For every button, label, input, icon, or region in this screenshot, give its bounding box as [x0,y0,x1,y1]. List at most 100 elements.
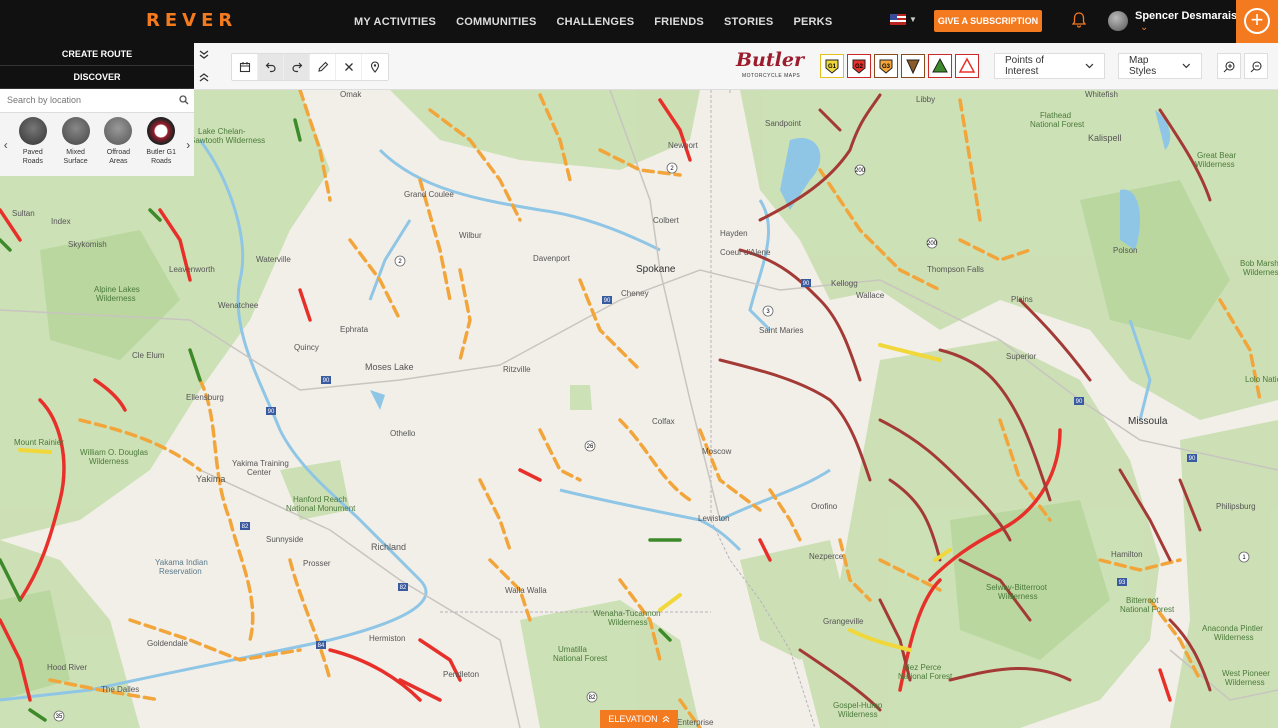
redo-button[interactable] [284,54,310,80]
g3-road-filter[interactable]: G3 [874,54,898,78]
waypoint-button[interactable] [362,54,388,80]
chevron-double-down-icon[interactable] [198,49,210,61]
map-canvas[interactable]: Omak Grand Coulee Wilbur Davenport Spoka… [0,90,1278,728]
svg-text:Plains: Plains [1011,295,1033,304]
route-tools [231,53,389,81]
calendar-button[interactable] [232,54,258,80]
svg-text:Whitefish: Whitefish [1085,90,1118,99]
chevron-double-up-icon [662,715,669,723]
map-styles-dropdown[interactable]: Map Styles [1118,53,1202,79]
redo-icon [291,62,302,73]
pencil-icon [317,61,328,72]
give-subscription-button[interactable]: GIVE A SUBSCRIPTION [934,10,1042,32]
svg-text:Walla Walla: Walla Walla [505,586,547,595]
svg-text:Center: Center [247,468,271,477]
avatar[interactable] [1108,11,1128,31]
search-icon[interactable] [179,95,189,105]
svg-text:26: 26 [587,444,594,450]
g1-road-filter[interactable]: G1 [820,54,844,78]
category-offroad-areas[interactable]: Offroad Areas [97,117,140,166]
category-butler-g1-roads[interactable]: Butler G1 Roads [140,117,183,166]
svg-text:Colbert: Colbert [653,216,680,225]
nav-challenges[interactable]: CHALLENGES [556,16,634,28]
svg-text:Richland: Richland [371,542,406,552]
nav-perks[interactable]: PERKS [793,16,832,28]
map-toolbar: Butler MOTORCYCLE MAPS G1 G2 G3 Points o… [194,43,1278,90]
draw-button[interactable] [310,54,336,80]
nav-friends[interactable]: FRIENDS [654,16,704,28]
svg-text:82: 82 [589,695,596,701]
svg-text:Selway-Bitterroot: Selway-Bitterroot [986,583,1048,592]
svg-text:Cle Elum: Cle Elum [132,351,165,360]
svg-text:90: 90 [1076,399,1083,405]
svg-text:90: 90 [604,298,611,304]
zoom-out-button[interactable] [1244,53,1268,79]
user-name[interactable]: Spencer Desmarais [1135,10,1237,22]
svg-text:Ellensburg: Ellensburg [186,393,224,402]
g1-badge-icon: G1 [825,59,839,74]
elevation-label: ELEVATION [608,714,658,724]
caret-down-icon[interactable]: ▼ [909,15,917,24]
g2-road-filter[interactable]: G2 [847,54,871,78]
hazard-filter[interactable] [955,54,979,78]
butler-logo-icon [147,117,176,145]
svg-text:Index: Index [51,217,71,226]
chevron-right-icon[interactable]: › [183,113,194,176]
svg-text:82: 82 [242,524,249,530]
dirt-road-filter[interactable] [901,54,925,78]
svg-text:Newport: Newport [668,141,699,150]
svg-text:200: 200 [927,241,938,247]
svg-text:Alpine Lakes: Alpine Lakes [94,285,140,294]
svg-text:90: 90 [268,409,275,415]
butler-brand-subtitle: MOTORCYCLE MAPS [742,73,801,79]
svg-text:Wenaha-Tucannon: Wenaha-Tucannon [593,609,661,618]
nav-communities[interactable]: COMMUNITIES [456,16,536,28]
offroad-filter[interactable] [928,54,952,78]
svg-text:Wilderness: Wilderness [1214,633,1254,642]
app-logo[interactable]: REVER [146,10,237,31]
svg-text:Ritzville: Ritzville [503,365,531,374]
svg-text:Gospel-Hump: Gospel-Hump [833,701,883,710]
svg-text:G3: G3 [882,64,891,70]
svg-text:Reservation: Reservation [159,567,202,576]
nav-my-activities[interactable]: MY ACTIVITIES [354,16,436,28]
svg-text:93: 93 [1119,580,1126,586]
paved-road-icon [18,117,47,145]
svg-text:Flathead: Flathead [1040,111,1071,120]
category-label: Mixed Surface [63,149,88,165]
svg-text:Enterprise: Enterprise [677,718,714,727]
svg-text:Nez Perce: Nez Perce [904,663,942,672]
location-search-input[interactable] [0,89,170,111]
bell-icon[interactable] [1072,12,1086,28]
category-mixed-surface[interactable]: Mixed Surface [54,117,97,166]
svg-text:84: 84 [318,643,325,649]
elevation-button[interactable]: ELEVATION [600,710,678,728]
zoom-in-button[interactable] [1217,53,1241,79]
mixed-surface-icon [61,117,90,145]
us-flag-icon[interactable] [890,14,906,25]
chevron-left-icon[interactable]: ‹ [0,113,11,176]
svg-text:Lewiston: Lewiston [698,514,730,523]
hazard-triangle-icon [958,57,976,73]
add-button[interactable]: + [1236,0,1278,43]
discover-button[interactable]: DISCOVER [0,66,194,89]
create-route-button[interactable]: CREATE ROUTE [0,43,194,66]
svg-text:Spokane: Spokane [636,264,676,275]
g3-badge-icon: G3 [879,59,893,74]
chevron-double-up-icon[interactable] [198,71,210,83]
zoom-out-icon [1250,60,1262,72]
category-paved-roads[interactable]: Paved Roads [11,117,54,166]
map-graphic[interactable]: Omak Grand Coulee Wilbur Davenport Spoka… [0,90,1278,728]
svg-text:Davenport: Davenport [533,254,571,263]
chevron-down-icon[interactable]: ⌄ [1140,22,1148,33]
nav-stories[interactable]: STORIES [724,16,774,28]
clear-button[interactable] [336,54,362,80]
svg-text:Yakama Indian: Yakama Indian [155,558,208,567]
svg-text:Hayden: Hayden [720,229,748,238]
undo-button[interactable] [258,54,284,80]
butler-maps-logo[interactable]: Butler MOTORCYCLE MAPS [734,49,804,80]
points-of-interest-dropdown[interactable]: Points of Interest [994,53,1105,79]
svg-text:Bitterroot: Bitterroot [1126,596,1159,605]
svg-text:Hood River: Hood River [47,663,87,672]
svg-text:Coeur d'Alene: Coeur d'Alene [720,248,771,257]
